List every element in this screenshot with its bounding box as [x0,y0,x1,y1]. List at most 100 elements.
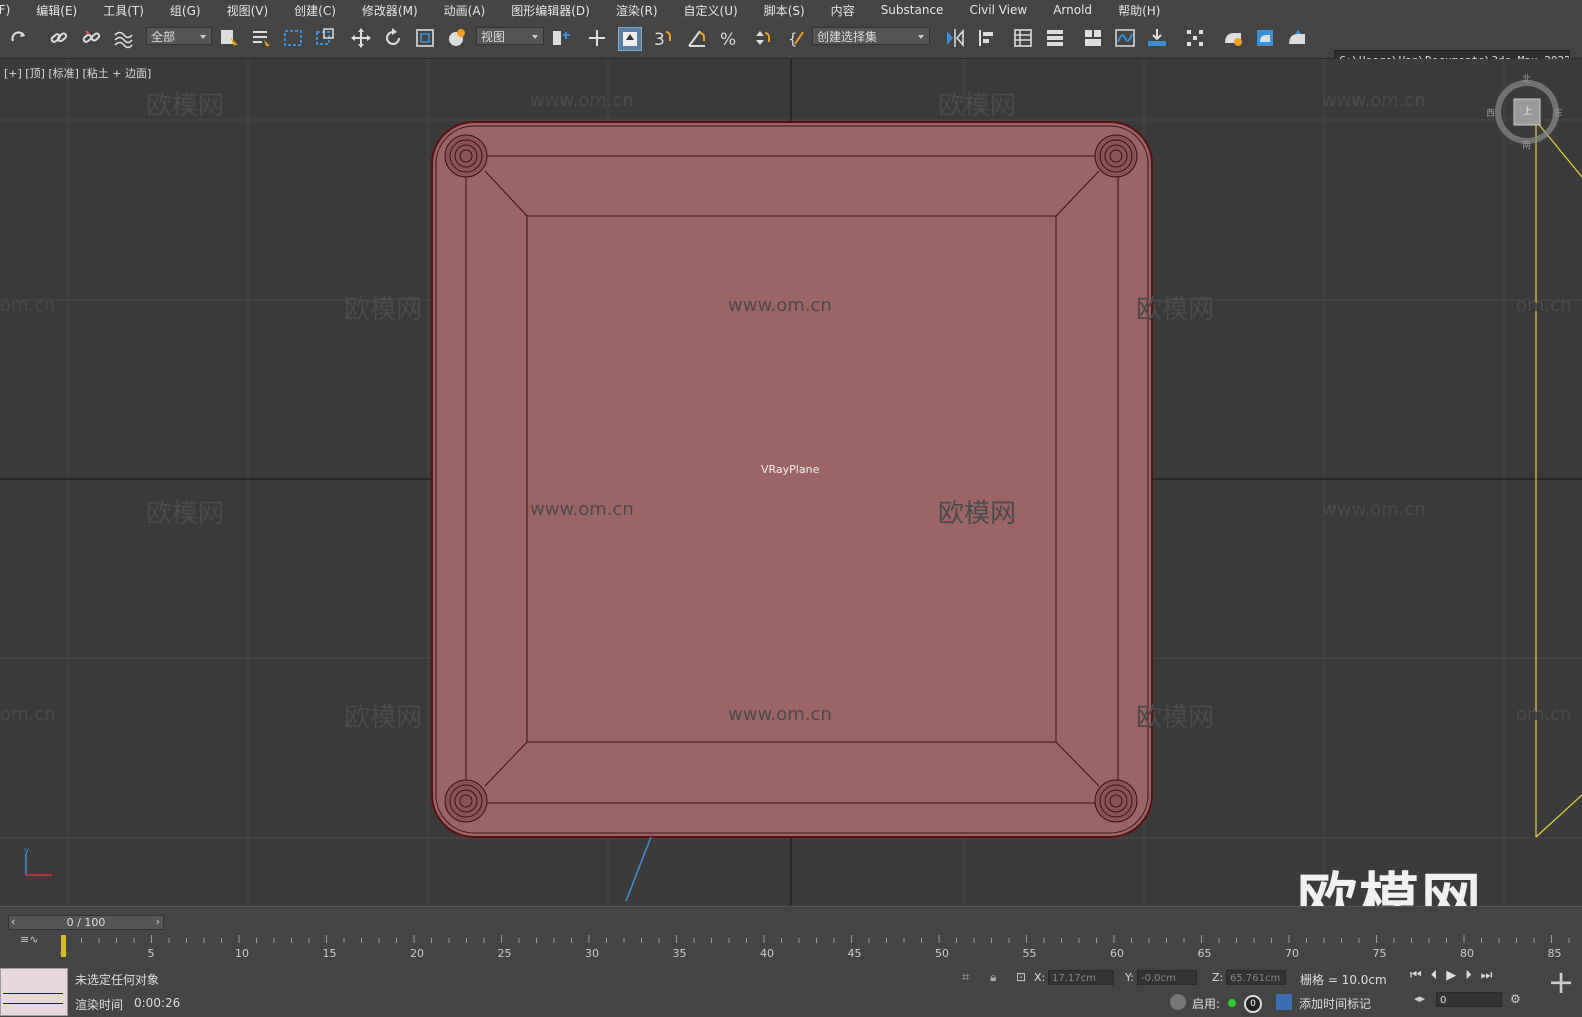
scene-explorer-icon[interactable] [1012,27,1034,49]
viewcube-labels[interactable]: 北 东 西 南 上 [1486,72,1566,152]
next-frame-icon[interactable]: › [156,915,160,928]
menu-item[interactable]: 内容 [831,2,855,19]
viewcube-east: 东 [1554,109,1564,119]
menu-item[interactable]: 图形编辑器(D) [511,2,590,19]
watermark: 欧模网 [344,703,423,733]
material-editor-icon[interactable] [1184,27,1206,49]
lock-icon[interactable]: 🔒︎ [990,970,996,985]
menu-item[interactable]: 视图(V) [227,2,269,19]
maxscript-listener[interactable] [0,968,68,1016]
render-time-label: 渲染时间 [75,998,124,1012]
keyboard-shortcut-override-icon[interactable] [618,27,642,51]
redo-icon[interactable] [8,27,30,49]
time-cursor[interactable] [61,935,66,957]
select-by-name-icon[interactable] [250,27,272,49]
menu-item[interactable]: 创建(C) [294,2,336,19]
rect-selection-icon[interactable] [282,27,304,49]
key-mode-icon[interactable]: ◂▸ [1414,992,1425,1005]
ruler-tick-label: 5 [148,947,155,960]
edit-named-selection-icon[interactable]: { [786,27,808,49]
zero-badge[interactable]: 0 [1244,995,1262,1013]
menu-item[interactable]: 编辑(E) [36,2,77,19]
adaptive-degradation-icon[interactable] [1170,994,1186,1010]
reference-coord-dropdown[interactable]: 视图 [476,27,544,45]
menu-item[interactable]: 脚本(S) [764,2,805,19]
selection-filter-dropdown[interactable]: 全部 [146,27,212,45]
menu-bar: (F) 编辑(E) 工具(T) 组(G) 视图(V) 创建(C) 修改器(M) 动画(A) 图形… [0,0,1582,20]
render-setup-icon[interactable] [1222,27,1244,49]
x-coordinate-field[interactable]: 17.17cm [1048,970,1114,985]
menu-item[interactable]: 修改器(M) [362,2,418,19]
top-viewport[interactable]: y [+] [顶] [标准] [粘土 + 边面] 欧模网 www.om.cn 欧… [0,59,1582,905]
watermark-url: om.cn [0,704,56,725]
playback-controls[interactable]: ⏮⏴▶⏵⏭ [1410,968,1501,983]
ruler-tick-label: 15 [323,947,337,960]
scale-icon[interactable] [414,27,436,49]
schematic-view-icon[interactable] [1146,27,1168,49]
timeline-ruler[interactable]: 0510152025303540455055606570758085 [60,933,1580,961]
ruler-tick-label: 75 [1373,947,1387,960]
window-crossing-icon[interactable] [314,27,336,49]
mirror-icon[interactable] [944,27,966,49]
play-icon[interactable]: ▶ [1446,968,1465,983]
time-tag-icon[interactable] [1276,994,1292,1010]
snap-toggle-icon[interactable]: 3 [652,27,674,50]
align-icon[interactable] [976,27,998,49]
menu-item[interactable]: 组(G) [170,2,201,19]
select-object-icon[interactable] [218,27,240,49]
y-coordinate-field[interactable]: -0.0cm [1137,970,1197,985]
next-key-icon[interactable]: ⏵ [1465,968,1481,983]
menu-item[interactable]: 帮助(H) [1118,2,1160,19]
menu-item[interactable]: 动画(A) [444,2,486,19]
watermark-url: om.cn [0,295,56,316]
selection-status: 未选定任何对象 [75,973,160,987]
zoom-region-icon[interactable]: + [1546,966,1576,1002]
time-slider[interactable]: ‹ 0 / 100 › [8,915,164,930]
z-label: Z: [1212,971,1224,984]
rotate-icon[interactable] [382,27,404,49]
menu-item[interactable]: Arnold [1053,3,1092,17]
toggle-ribbon-icon[interactable] [1082,27,1104,49]
menu-item[interactable]: 自定义(U) [684,2,738,19]
render-production-icon[interactable] [1286,27,1308,49]
menu-item[interactable]: 渲染(R) [616,2,658,19]
unlink-icon[interactable] [80,27,102,49]
goto-end-icon[interactable]: ⏭ [1481,968,1502,983]
placement-icon[interactable] [446,27,468,49]
goto-start-icon[interactable]: ⏮ [1410,968,1431,983]
ruler-tick-label: 45 [848,947,862,960]
prev-key-icon[interactable]: ⏴ [1431,968,1447,983]
ruler-tick-label: 25 [498,947,512,960]
layer-explorer-icon[interactable] [1044,27,1066,49]
ruler-tick-label: 70 [1285,947,1299,960]
move-icon[interactable] [350,27,372,49]
menu-item[interactable]: 工具(T) [103,2,144,19]
viewport-label[interactable]: [+] [顶] [标准] [粘土 + 边面] [4,65,151,81]
add-time-tag[interactable]: 添加时间标记 [1299,995,1371,1012]
object-name-label: VRayPlane [761,463,820,476]
named-selection-dropdown[interactable]: 创建选择集 [812,27,930,45]
spinner-snap-icon[interactable] [750,27,772,49]
menu-item[interactable]: (F) [0,3,10,17]
axis-tripod-icon: y [24,846,52,876]
main-toolbar: 全部 视图 3 % { 创建选择集 C:\Users\Han\Documents… [0,20,1582,70]
pivot-center-icon[interactable] [550,27,572,49]
x-label: X: [1034,971,1046,984]
curve-editor-icon[interactable] [1114,27,1136,49]
bind-spacewarp-icon[interactable] [112,27,134,49]
current-frame-field[interactable]: 0 [1436,992,1502,1007]
prev-frame-icon[interactable]: ‹ [11,915,15,928]
link-icon[interactable] [48,27,70,49]
percent-snap-icon[interactable]: % [718,27,740,50]
time-config-icon[interactable]: ⚙ [1510,992,1521,1006]
menu-item[interactable]: Civil View [969,3,1027,17]
isolate-selection-icon[interactable]: ⌗ [962,970,969,985]
ruler-tick-label: 55 [1023,947,1037,960]
menu-item[interactable]: Substance [881,3,944,17]
select-manipulate-icon[interactable] [586,27,608,49]
absolute-mode-icon[interactable]: ⊡ [1016,970,1026,984]
angle-snap-icon[interactable] [686,27,708,49]
rendered-frame-window-icon[interactable] [1254,27,1276,49]
z-coordinate-field[interactable]: 65.761cm [1226,970,1286,985]
mini-curve-editor-icon[interactable]: ≡∿ [20,933,38,946]
